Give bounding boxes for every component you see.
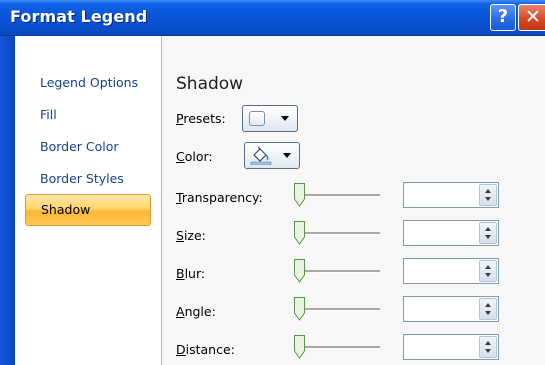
angle-label: Angle: <box>176 304 216 319</box>
presets-label: Presets: <box>176 111 226 126</box>
section-title: Shadow <box>176 74 244 94</box>
nav-item-label: Border Color <box>40 139 119 154</box>
dropdown-arrow-icon <box>283 153 291 158</box>
window-frame-left <box>0 36 15 365</box>
dropdown-arrow-icon <box>281 116 289 121</box>
nav-item-border-color[interactable]: Border Color <box>25 132 151 164</box>
close-button[interactable]: ✕ <box>518 4 545 31</box>
nav-item-label: Shadow <box>41 202 91 217</box>
transparency-spinner[interactable] <box>403 182 499 208</box>
format-legend-dialog: Format Legend ? ✕ Legend Options Fill Bo… <box>0 0 545 365</box>
nav-item-border-styles[interactable]: Border Styles <box>25 164 151 196</box>
help-icon: ? <box>497 6 509 27</box>
size-label: Size: <box>176 228 206 243</box>
blur-label: Blur: <box>176 266 206 281</box>
distance-label: Distance: <box>176 342 235 357</box>
slider-track <box>298 308 380 311</box>
angle-slider[interactable] <box>294 297 380 323</box>
paint-bucket-icon <box>250 146 272 165</box>
category-nav: Legend Options Fill Border Color Border … <box>15 36 162 365</box>
spin-arrows-icon[interactable] <box>479 260 497 282</box>
transparency-slider[interactable] <box>294 183 380 209</box>
window-title: Format Legend <box>10 7 148 26</box>
distance-spinner[interactable] <box>403 334 499 360</box>
size-spinner[interactable] <box>403 220 499 246</box>
nav-item-label: Border Styles <box>40 171 124 186</box>
presets-dropdown[interactable] <box>242 105 298 132</box>
slider-track <box>298 346 380 349</box>
size-slider[interactable] <box>294 221 380 247</box>
nav-item-label: Fill <box>40 107 57 122</box>
shadow-preset-icon <box>249 111 265 126</box>
distance-slider[interactable] <box>294 335 380 361</box>
blur-spinner[interactable] <box>403 258 499 284</box>
angle-spinner[interactable] <box>403 296 499 322</box>
color-dropdown[interactable] <box>244 142 300 169</box>
close-icon: ✕ <box>525 6 541 28</box>
nav-item-label: Legend Options <box>40 75 139 90</box>
nav-item-shadow[interactable]: Shadow <box>25 194 151 226</box>
slider-thumb[interactable] <box>294 183 305 207</box>
blur-slider[interactable] <box>294 259 380 285</box>
slider-track <box>298 270 380 273</box>
slider-thumb[interactable] <box>294 297 305 321</box>
nav-item-legend-options[interactable]: Legend Options <box>25 68 151 100</box>
nav-item-fill[interactable]: Fill <box>25 100 151 132</box>
help-button[interactable]: ? <box>490 4 516 31</box>
transparency-label: Transparency: <box>176 190 263 205</box>
slider-track <box>298 232 380 235</box>
slider-track <box>298 194 380 197</box>
slider-thumb[interactable] <box>294 221 305 245</box>
color-label: Color: <box>176 149 213 164</box>
slider-thumb[interactable] <box>294 259 305 283</box>
spin-arrows-icon[interactable] <box>479 222 497 244</box>
spin-arrows-icon[interactable] <box>479 184 497 206</box>
slider-thumb[interactable] <box>294 335 305 359</box>
spin-arrows-icon[interactable] <box>479 336 497 358</box>
title-bar[interactable]: Format Legend ? ✕ <box>0 0 545 36</box>
spin-arrows-icon[interactable] <box>479 298 497 320</box>
